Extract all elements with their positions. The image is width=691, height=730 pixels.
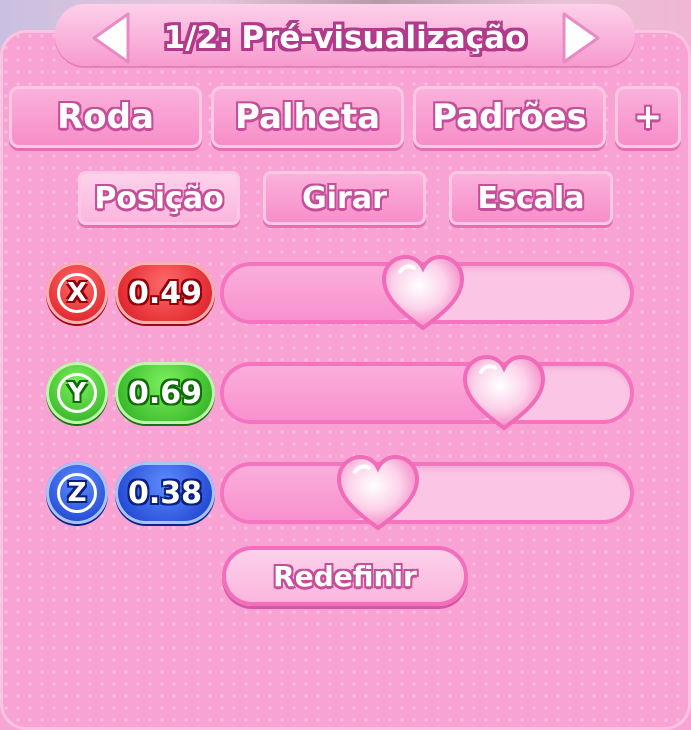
next-page-button[interactable] [556, 10, 604, 66]
heart-icon [337, 454, 420, 531]
subtab-escala[interactable]: Escala [449, 171, 613, 225]
page-title: 1/2: Pré-visualização [163, 20, 527, 56]
subtab-posicao[interactable]: Posição [78, 171, 240, 225]
z-value: 0.38 [115, 462, 215, 524]
y-axis-label: Y [57, 373, 97, 413]
z-axis-badge: Z [46, 462, 108, 524]
tab-padroes[interactable]: Padrões [413, 86, 606, 148]
x-slider-heart-handle[interactable] [378, 252, 468, 334]
triangle-left-icon [92, 12, 130, 64]
x-value: 0.49 [115, 262, 215, 324]
x-axis-badge: X [46, 262, 108, 324]
heart-icon [381, 254, 464, 331]
tab-palheta[interactable]: Palheta [211, 86, 404, 148]
z-slider-heart-handle[interactable] [333, 452, 423, 534]
prev-page-button[interactable] [88, 10, 136, 66]
z-axis-label: Z [57, 473, 97, 513]
triangle-right-icon [562, 12, 600, 64]
y-slider-heart-handle[interactable] [459, 352, 549, 434]
y-slider[interactable] [220, 354, 634, 431]
subtab-girar[interactable]: Girar [263, 171, 426, 225]
y-value: 0.69 [115, 362, 215, 424]
z-slider[interactable] [220, 454, 634, 531]
heart-icon [463, 354, 546, 431]
reset-button[interactable]: Redefinir [222, 546, 468, 606]
x-axis-label: X [57, 273, 97, 313]
tab-more[interactable]: + [615, 86, 681, 148]
tab-roda[interactable]: Roda [9, 86, 202, 148]
y-axis-badge: Y [46, 362, 108, 424]
x-slider[interactable] [220, 254, 634, 331]
